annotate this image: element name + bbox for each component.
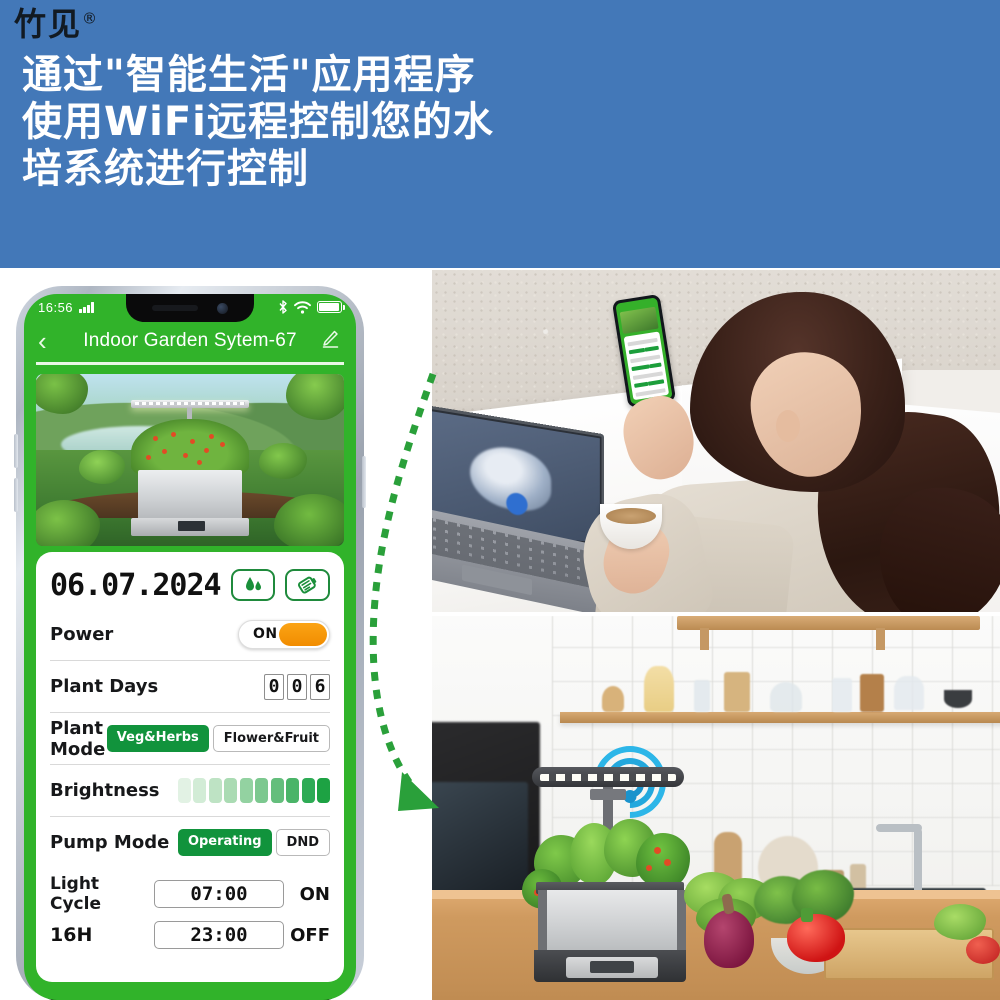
toggle-knob <box>279 622 327 646</box>
light-cycle-hours: 16H <box>50 924 93 946</box>
headline: 通过"智能生活"应用程序 使用WiFi远程控制您的水 培系统进行控制 <box>22 52 622 194</box>
brand-name: 竹见 <box>14 5 83 43</box>
nutrient-bottle-icon[interactable] <box>285 569 330 601</box>
light-cycle-row: Light Cycle 07:00 ON 16H 23:00 OFF <box>50 868 330 949</box>
brightness-segment[interactable] <box>224 778 237 803</box>
plant-mode-veg-herbs-button[interactable]: Veg&Herbs <box>106 725 209 752</box>
phone-screen: 16:56 ‹ Indoor Garden Sytem-67 06.07.202… <box>24 294 356 1000</box>
water-drops-icon[interactable] <box>230 569 276 601</box>
pencil-edit-icon[interactable] <box>320 329 342 354</box>
light-on-time-input[interactable]: 07:00 <box>154 880 284 908</box>
held-phone <box>611 293 677 409</box>
light-off-state-label: OFF <box>290 924 330 946</box>
plant-days-row: Plant Days 0 0 6 <box>50 660 330 712</box>
chevron-left-icon[interactable]: ‹ <box>38 328 60 354</box>
brightness-segment[interactable] <box>177 778 191 803</box>
pump-mode-operating-button[interactable]: Operating <box>177 829 272 856</box>
phone-mockup: 16:56 ‹ Indoor Garden Sytem-67 06.07.202… <box>14 286 366 1000</box>
vegetables-crate <box>684 870 1000 980</box>
brightness-row: Brightness <box>50 764 330 816</box>
headline-line-2: 使用WiFi远程控制您的水 <box>22 99 494 146</box>
plant-mode-row: Plant Mode Veg&Herbs Flower&Fruit <box>50 712 330 764</box>
wifi-icon <box>294 300 311 314</box>
cellular-signal-icon <box>79 301 94 313</box>
digit: 0 <box>287 673 307 700</box>
brand-logo: 竹见® <box>14 8 99 40</box>
volume-down-button[interactable] <box>14 478 18 512</box>
plant-mode-options: Veg&Herbs Flower&Fruit <box>106 725 330 752</box>
app-title: Indoor Garden Sytem-67 <box>83 330 297 351</box>
brightness-segment[interactable] <box>301 778 315 803</box>
device-hero-image <box>36 374 344 546</box>
registered-trademark-icon: ® <box>82 9 100 28</box>
control-card: 06.07.2024 Power ON Plant Days 0 0 6 Pla… <box>36 552 344 982</box>
earpiece-speaker <box>152 305 198 311</box>
brightness-segment[interactable] <box>255 778 268 803</box>
digit: 0 <box>264 673 284 700</box>
app-bar: ‹ Indoor Garden Sytem-67 <box>24 320 356 362</box>
plant-days-label: Plant Days <box>50 676 159 697</box>
status-time: 16:56 <box>38 299 74 315</box>
power-label: Power <box>50 623 114 645</box>
light-cycle-label: Light Cycle <box>50 874 101 914</box>
front-camera-icon <box>217 303 228 314</box>
power-row: Power ON <box>50 608 330 660</box>
page-root: 竹见® 通过"智能生活"应用程序 使用WiFi远程控制您的水 培系统进行控制 1… <box>0 0 1000 1000</box>
hydroponic-garden-unit <box>522 767 692 982</box>
pump-mode-dnd-button[interactable]: DND <box>275 829 330 856</box>
date-row: 06.07.2024 <box>50 562 330 608</box>
power-state-label: ON <box>253 626 278 642</box>
power-toggle[interactable]: ON <box>238 619 330 649</box>
current-date: 06.07.2024 <box>50 567 222 603</box>
battery-full-icon <box>317 301 345 313</box>
woman-figure <box>572 292 1000 612</box>
headline-line-3: 培系统进行控制 <box>22 146 309 193</box>
digit: 6 <box>310 673 330 700</box>
photo-woman-using-app <box>432 270 1000 612</box>
light-on-state-label: ON <box>299 883 330 905</box>
bluetooth-icon <box>279 300 287 314</box>
brightness-segment[interactable] <box>193 778 206 803</box>
app-bar-divider <box>36 362 344 365</box>
brightness-label: Brightness <box>50 780 160 801</box>
brightness-slider[interactable] <box>177 778 330 803</box>
brightness-segment[interactable] <box>317 778 330 803</box>
plant-mode-flower-fruit-button[interactable]: Flower&Fruit <box>212 725 330 752</box>
promo-banner: 竹见® 通过"智能生活"应用程序 使用WiFi远程控制您的水 培系统进行控制 <box>0 0 1000 268</box>
power-side-button[interactable] <box>362 456 366 508</box>
pump-mode-options: Operating DND <box>177 829 330 856</box>
brightness-segment[interactable] <box>286 778 299 803</box>
headline-line-1: 通过"智能生活"应用程序 <box>22 52 476 98</box>
photo-kitchen-garden <box>432 616 1000 1000</box>
plant-days-counter[interactable]: 0 0 6 <box>264 673 330 700</box>
brightness-segment[interactable] <box>239 778 253 803</box>
phone-notch <box>126 294 254 322</box>
pump-mode-label: Pump Mode <box>50 832 170 853</box>
brightness-segment[interactable] <box>270 778 284 803</box>
pump-mode-row: Pump Mode Operating DND <box>50 816 330 868</box>
light-off-time-input[interactable]: 23:00 <box>154 921 284 949</box>
plant-mode-label: Plant Mode <box>50 717 106 760</box>
volume-up-button[interactable] <box>14 434 18 468</box>
brightness-segment[interactable] <box>208 778 222 803</box>
